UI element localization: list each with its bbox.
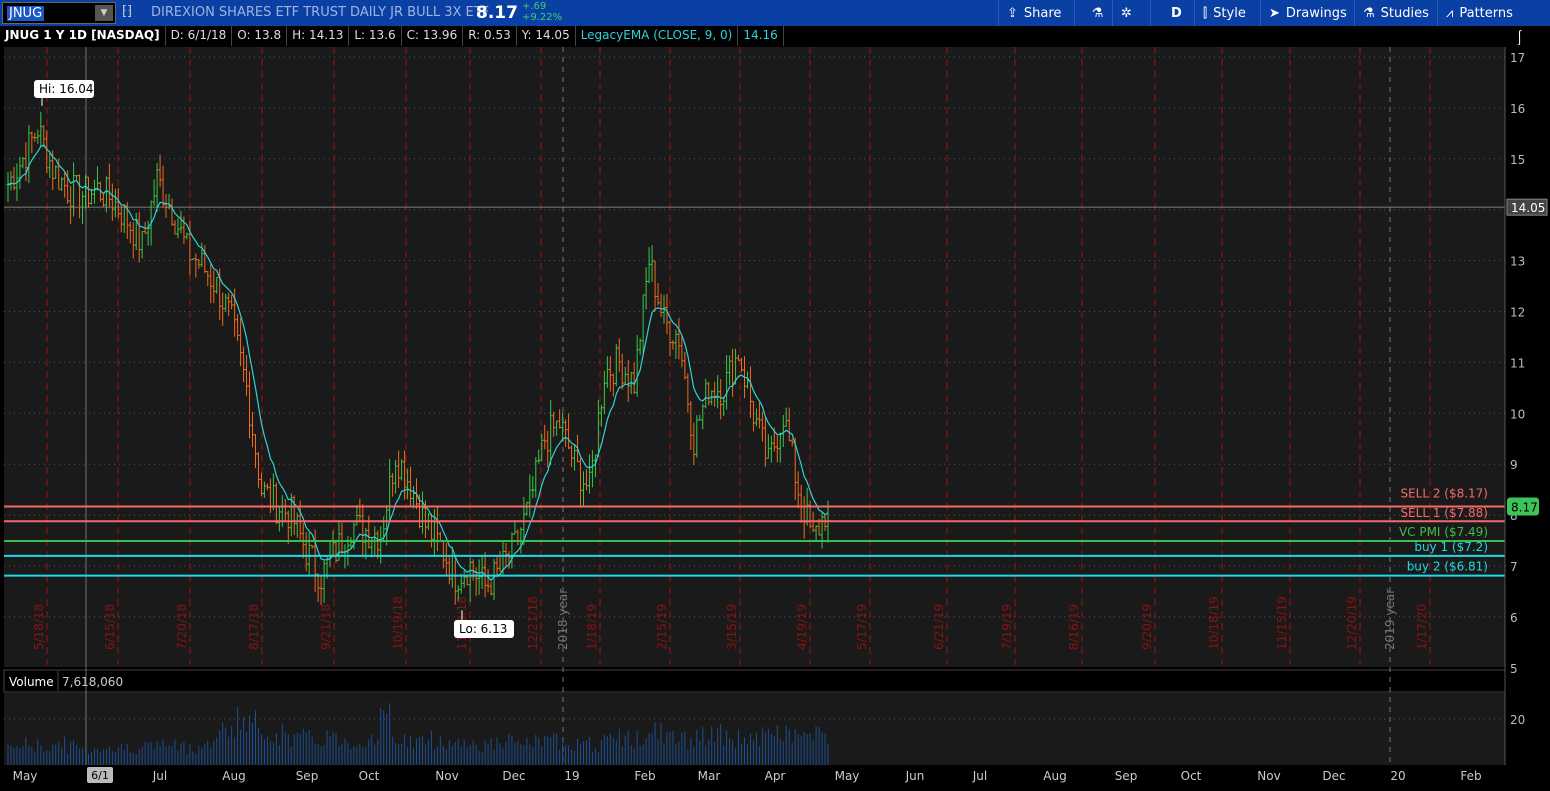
price-chart[interactable]: Volume 7,618,060 5/18/18 6/15/18 7/20/18 8/… xyxy=(0,0,1550,791)
expiration-date-label: 12/21/18 xyxy=(526,596,540,650)
y-tick-label: 9 xyxy=(1510,458,1518,472)
y-tick-label: 15 xyxy=(1510,153,1525,167)
expiration-date-label: 7/20/18 xyxy=(175,604,189,650)
y-tick-label: 11 xyxy=(1510,356,1525,370)
month-label: Mar xyxy=(698,769,721,783)
month-label: Feb xyxy=(634,769,655,783)
month-label: Oct xyxy=(1181,769,1202,783)
expiration-date-label: 12/20/19 xyxy=(1345,596,1359,650)
month-label: Apr xyxy=(765,769,786,783)
y-tick-label: 17 xyxy=(1510,51,1525,65)
month-label: Nov xyxy=(435,769,458,783)
year-label: 2019 year xyxy=(1383,589,1397,650)
y-tick-label: 7 xyxy=(1510,560,1518,574)
month-label: Jul xyxy=(152,769,167,783)
expiration-date-label: 8/16/19 xyxy=(1067,604,1081,650)
expiration-date-label: 7/19/19 xyxy=(1000,604,1014,650)
expiration-date-label: 10/19/18 xyxy=(391,596,405,650)
volume-value: 7,618,060 xyxy=(62,675,123,689)
month-label: Dec xyxy=(1322,769,1345,783)
expiration-date-label: 9/21/18 xyxy=(319,604,333,650)
expiration-date-label: 4/19/19 xyxy=(795,604,809,650)
price-level-label: buy 2 ($6.81) xyxy=(1407,560,1488,574)
year-label: 2018 year xyxy=(556,589,570,650)
volume-tick-label: 20 xyxy=(1510,713,1525,727)
expiration-date-label: 6/21/19 xyxy=(932,604,946,650)
month-label: Aug xyxy=(1043,769,1066,783)
y-tick-label: 12 xyxy=(1510,306,1525,320)
expiration-date-label: 5/18/18 xyxy=(32,604,46,650)
cursor-date: 6/1 xyxy=(91,769,109,782)
last-price-label: 8.17 xyxy=(1511,500,1538,514)
expiration-date-label: 8/17/18 xyxy=(247,604,261,650)
high-label: Hi: 16.04 xyxy=(39,82,94,96)
month-label: Jun xyxy=(905,769,925,783)
month-label: Sep xyxy=(296,769,319,783)
month-label: Feb xyxy=(1460,769,1481,783)
expiration-date-label: 5/17/19 xyxy=(855,604,869,650)
month-label: Aug xyxy=(222,769,245,783)
month-label: Nov xyxy=(1257,769,1280,783)
month-label: 19 xyxy=(564,769,579,783)
expiration-date-label: 11/15/19 xyxy=(1275,596,1289,650)
crosshair-price: 14.05 xyxy=(1511,201,1545,215)
price-level-label: buy 1 ($7.2) xyxy=(1414,540,1488,554)
price-level-label: SELL 2 ($8.17) xyxy=(1400,486,1488,500)
expiration-date-label: 6/15/18 xyxy=(103,604,117,650)
y-tick-label: 10 xyxy=(1510,407,1525,421)
expiration-date-label: 1/18/19 xyxy=(585,604,599,650)
expiration-date-label: 2/15/19 xyxy=(655,604,669,650)
volume-label: Volume xyxy=(9,675,54,689)
month-label: Jul xyxy=(972,769,987,783)
month-label: Dec xyxy=(502,769,525,783)
price-level-label: SELL 1 ($7.88) xyxy=(1400,506,1488,520)
month-label: May xyxy=(13,769,38,783)
y-tick-label: 13 xyxy=(1510,255,1525,269)
month-label: Sep xyxy=(1115,769,1138,783)
expiration-date-label: 1/17/20 xyxy=(1415,604,1429,650)
expiration-date-label: 9/20/19 xyxy=(1140,604,1154,650)
y-tick-label: 6 xyxy=(1510,611,1518,625)
y-tick-label: 16 xyxy=(1510,102,1525,116)
volume-header xyxy=(3,669,1506,693)
month-label: May xyxy=(835,769,860,783)
month-label: 20 xyxy=(1390,769,1405,783)
y-tick-label: 5 xyxy=(1510,662,1518,676)
price-level-label: VC PMI ($7.49) xyxy=(1399,525,1488,539)
low-label: Lo: 6.13 xyxy=(459,622,507,636)
expiration-date-label: 10/18/19 xyxy=(1207,596,1221,650)
month-label: Oct xyxy=(359,769,380,783)
price-pane xyxy=(4,47,1505,667)
expiration-date-label: 3/15/19 xyxy=(725,604,739,650)
